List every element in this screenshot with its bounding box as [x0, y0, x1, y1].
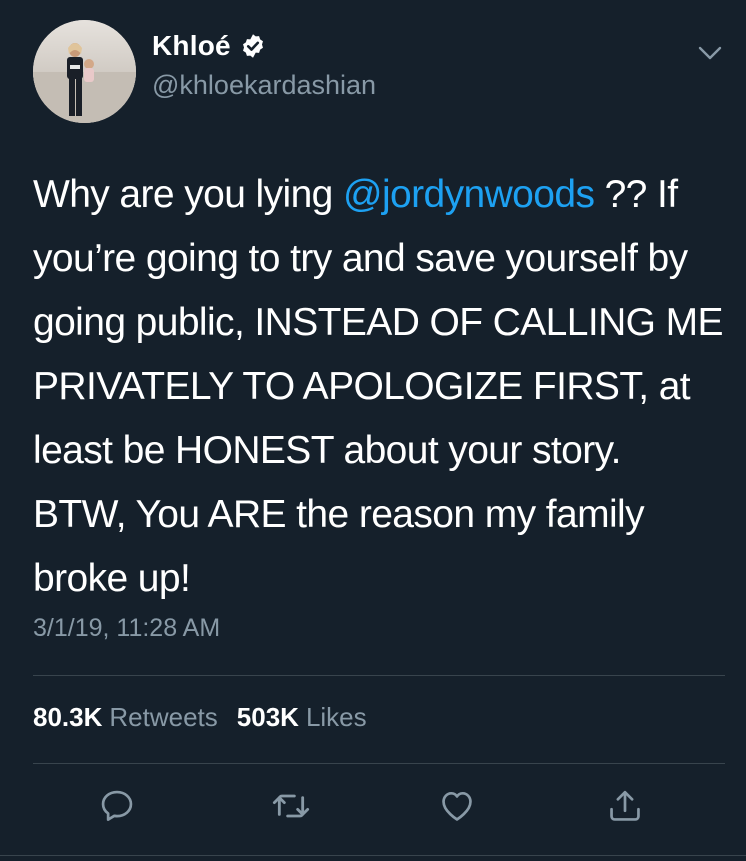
divider — [33, 675, 725, 676]
mention-link[interactable]: @jordynwoods — [343, 173, 595, 216]
more-options-button[interactable] — [697, 40, 723, 66]
author-name-row[interactable]: Khloé — [152, 30, 266, 62]
likes-count[interactable]: 503K — [237, 702, 299, 733]
tweet-stats: 80.3K Retweets 503K Likes — [33, 702, 367, 733]
tweet-text: Why are you lying @jordynwoods ?? If you… — [33, 163, 724, 611]
retweets-label[interactable]: Retweets — [109, 702, 217, 733]
tweet-text-part: Why are you lying — [33, 173, 343, 216]
like-button[interactable] — [437, 786, 477, 826]
share-icon — [610, 790, 640, 821]
chevron-down-icon — [698, 46, 722, 60]
likes-label[interactable]: Likes — [306, 702, 367, 733]
tweet-text-part: ?? If you’re going to try and save yours… — [33, 173, 724, 600]
retweets-count[interactable]: 80.3K — [33, 702, 102, 733]
avatar[interactable] — [33, 20, 136, 123]
profile-photo — [33, 20, 136, 123]
display-name[interactable]: Khloé — [152, 30, 231, 62]
tweet-timestamp[interactable]: 3/1/19, 11:28 AM — [33, 614, 220, 643]
reply-button[interactable] — [97, 786, 137, 826]
author-handle[interactable]: @khloekardashian — [152, 70, 376, 101]
retweet-button[interactable] — [271, 786, 311, 826]
tweet-card: Khloé @khloekardashian Why are you lying… — [0, 0, 746, 861]
retweet-icon — [272, 794, 310, 818]
divider — [0, 855, 746, 856]
verified-badge-icon — [242, 34, 263, 58]
heart-icon — [442, 791, 472, 821]
share-button[interactable] — [605, 786, 645, 826]
divider — [33, 763, 725, 764]
reply-icon — [101, 790, 133, 821]
